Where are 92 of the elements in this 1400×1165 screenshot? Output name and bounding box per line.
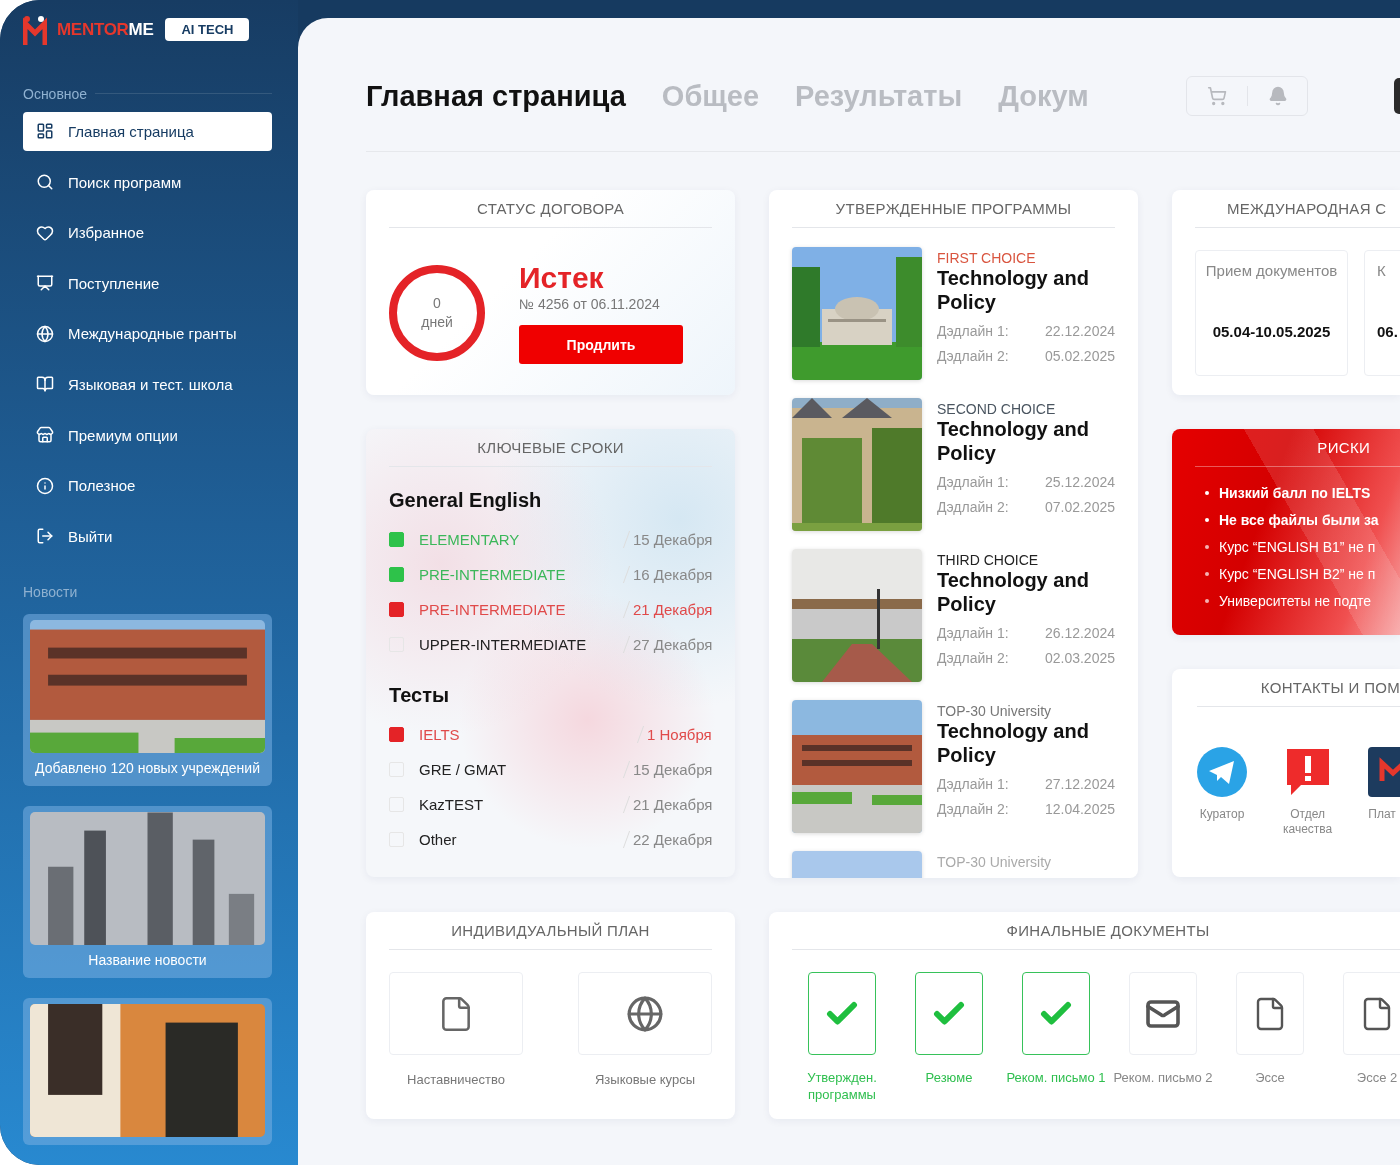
deadline-label: Дэдлайн 1:: [937, 624, 1009, 641]
program-name[interactable]: Technology and Policy: [937, 266, 1115, 314]
sidebar-item[interactable]: Поиск программ: [23, 162, 272, 202]
deadline-date: 1 Ноября: [637, 726, 716, 743]
news-caption: Название новости: [87, 951, 208, 970]
logo-text: MENTORME: [57, 19, 154, 40]
card-title: МЕЖДУНАРОДНАЯ С: [1195, 190, 1400, 228]
document-label: Реком. письмо 2: [1112, 1069, 1214, 1086]
risk-item: Курс “ENGLISH B2” не п: [1205, 560, 1400, 587]
deadline-label: ELEMENTARY: [419, 531, 520, 548]
risk-item: Курс “ENGLISH B1” не п: [1205, 533, 1400, 560]
deadline-date: 07.02.2025: [1044, 498, 1115, 515]
deadline-date: 27 Декабря: [622, 636, 716, 653]
sidebar-item[interactable]: Полезное: [23, 465, 272, 506]
date-label: К: [1377, 261, 1386, 281]
deadline-label: Дэдлайн 1:: [937, 775, 1009, 792]
contact-label: Отдел качества: [1283, 807, 1333, 837]
date-range: 06.: [1377, 323, 1398, 340]
sidebar-item[interactable]: Международные гранты: [23, 314, 272, 354]
choice-label: SECOND CHOICE: [937, 401, 1057, 417]
sidebar-item[interactable]: Выйти: [23, 516, 272, 556]
document-label: Резюме: [924, 1069, 974, 1086]
program-name[interactable]: Technology and Policy: [937, 719, 1115, 767]
deadline-label: Дэдлайн 2:: [937, 649, 1009, 666]
deadline-date: 05.02.2025: [1044, 347, 1115, 364]
choice-label: TOP-30 University: [937, 703, 1053, 719]
card-title: ФИНАЛЬНЫЕ ДОКУМЕНТЫ: [792, 912, 1400, 950]
deadline-label: Дэдлайн 2:: [937, 800, 1009, 817]
deadline-label: UPPER-INTERMEDIATE: [419, 636, 587, 653]
deadline-label: Дэдлайн 1:: [937, 473, 1009, 490]
card-title: ИНДИВИДУАЛЬНЫЙ ПЛАН: [389, 912, 712, 950]
card-title: КЛЮЧЕВЫЕ СРОКИ: [389, 429, 712, 467]
card-title: УТВЕРЖДЕННЫЕ ПРОГРАММЫ: [792, 190, 1115, 228]
plan-label: Наставничество: [406, 1071, 506, 1088]
tab[interactable]: Главная страница: [366, 79, 626, 113]
deadline-label: Дэдлайн 1:: [937, 322, 1009, 339]
sidebar-item[interactable]: Поступление: [23, 263, 272, 304]
section-label: Основное: [23, 85, 88, 102]
news-caption: Добавлено 120 новых учреждений: [34, 759, 261, 778]
program-name[interactable]: Technology and Policy: [937, 417, 1115, 465]
deadline-label: Дэдлайн 2:: [937, 347, 1009, 364]
sidebar-item[interactable]: Главная страница: [23, 111, 272, 152]
risk-item: Не все файлы были за: [1205, 506, 1400, 533]
deadline-date: 15 Декабря: [622, 531, 716, 548]
deadline-date: 16 Декабря: [622, 566, 716, 583]
deadline-date: 22.12.2024: [1044, 322, 1115, 339]
extend-button[interactable]: Продлить: [519, 325, 683, 364]
choice-label: FIRST CHOICE: [937, 250, 1037, 266]
section-label: Новости: [23, 584, 79, 600]
deadline-label: KazTEST: [419, 796, 484, 813]
deadline-label: PRE-INTERMEDIATE: [419, 566, 566, 583]
deadline-label: PRE-INTERMEDIATE: [419, 601, 566, 618]
choice-label: THIRD CHOICE: [937, 552, 1040, 568]
date-range: 05.04-10.05.2025: [1212, 323, 1331, 340]
choice-label: TOP-30 University: [937, 854, 1053, 870]
program-name[interactable]: Technology and Policy: [937, 568, 1115, 616]
deadline-label: Other: [419, 831, 457, 848]
card-title: СТАТУС ДОГОВОРА: [389, 190, 712, 228]
contact-label: Куратор: [1199, 807, 1245, 822]
sidebar-item[interactable]: Избранное: [23, 212, 272, 253]
deadline-date: 27.12.2024: [1044, 775, 1115, 792]
contact-label: Плат: [1368, 807, 1396, 822]
document-label: Утвержден. программы: [806, 1069, 878, 1103]
deadline-date: 02.03.2025: [1044, 649, 1115, 666]
deadline-label: IELTS: [419, 726, 460, 743]
days-unit: дней: [421, 313, 453, 332]
deadline-date: 26.12.2024: [1044, 624, 1115, 641]
group-title: Тесты: [389, 684, 451, 707]
days-count: 0: [433, 294, 441, 313]
document-label: Реком. письмо 1: [1005, 1069, 1107, 1086]
deadline-date: 21 Декабря: [622, 796, 716, 813]
contract-status: Истек: [519, 262, 605, 294]
deadline-date: 22 Декабря: [622, 831, 716, 848]
deadline-label: GRE / GMAT: [419, 761, 507, 778]
contract-number: № 4256 от 06.11.2024: [519, 296, 661, 312]
badge: AI TECH: [165, 18, 250, 42]
date-label: Прием документов: [1205, 261, 1338, 281]
deadline-date: 12.04.2025: [1044, 800, 1115, 817]
plan-label: Языковые курсы: [593, 1071, 697, 1088]
deadline-date: 25.12.2024: [1044, 473, 1115, 490]
card-title: РИСКИ: [1195, 429, 1400, 467]
document-label: Эссе: [1254, 1069, 1286, 1086]
card-title: КОНТАКТЫ И ПОМ: [1197, 669, 1400, 707]
risk-item: Низкий балл по IELTS: [1205, 479, 1400, 506]
sidebar-item[interactable]: Премиум опции: [23, 415, 272, 455]
deadline-date: 15 Декабря: [622, 761, 716, 778]
sidebar-item[interactable]: Языковая и тест. школа: [23, 364, 272, 405]
risk-item: Университеты не подте: [1205, 587, 1400, 614]
deadline-label: Дэдлайн 2:: [937, 498, 1009, 515]
deadline-date: 21 Декабря: [622, 601, 716, 618]
group-title: General English: [389, 489, 543, 512]
document-label: Эссе 2: [1355, 1069, 1399, 1086]
